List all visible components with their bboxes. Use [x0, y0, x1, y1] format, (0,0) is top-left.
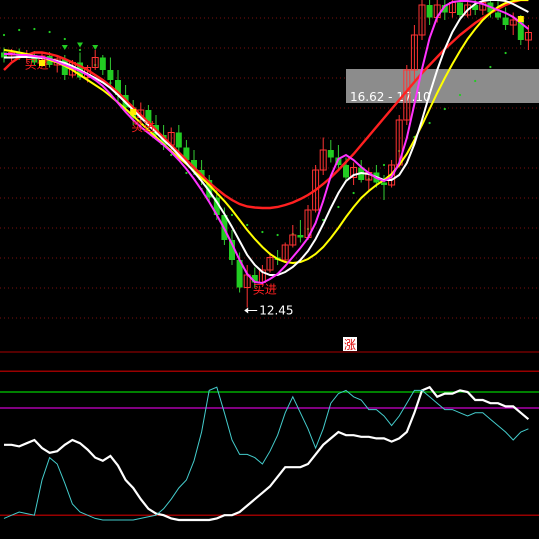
- signal-square-marker: [517, 16, 524, 22]
- candle-body: [502, 17, 509, 25]
- candle: [418, 0, 426, 40]
- candle: [502, 7, 509, 30]
- dotted-point: [63, 37, 66, 41]
- dotted-point: [2, 33, 6, 37]
- dotted-point: [489, 65, 492, 69]
- down-triangle-marker: [92, 45, 99, 50]
- candle: [319, 137, 327, 175]
- indicator-line: [3, 386, 529, 521]
- chart-svg: 16.62 - 17.10买进买进买进12.45涨: [0, 0, 539, 522]
- dotted-point: [78, 48, 82, 52]
- candle: [91, 50, 99, 70]
- ma-line: [3, 0, 529, 210]
- dotted-point: [48, 30, 51, 34]
- dotted-point: [276, 233, 279, 237]
- dotted-point: [246, 223, 249, 227]
- candle-body: [426, 5, 433, 18]
- candle-body: [343, 165, 349, 178]
- dotted-point: [382, 163, 386, 167]
- candle-body: [175, 132, 182, 148]
- dotted-point: [18, 28, 21, 32]
- candle: [358, 160, 365, 183]
- candle-body: [327, 150, 334, 158]
- candle-body: [495, 12, 501, 18]
- ma-line: [4, 0, 529, 276]
- low-price-label: 12.45: [259, 304, 293, 318]
- indicator-badge: 涨: [343, 337, 357, 352]
- candle: [107, 57, 114, 85]
- stock-chart: 16.62 - 17.10 买进 买进 买进 12.45 涨: [0, 0, 539, 539]
- signal-square-marker: [39, 60, 45, 66]
- candle-body: [457, 2, 463, 15]
- down-triangle-marker: [77, 42, 83, 48]
- dotted-point: [33, 27, 36, 31]
- candle-body: [99, 57, 106, 70]
- dotted-point: [428, 121, 431, 125]
- badge-label: 涨: [344, 337, 356, 352]
- dotted-point: [261, 230, 264, 234]
- dotted-point: [504, 51, 507, 55]
- dotted-point: [458, 93, 462, 97]
- candle: [281, 242, 289, 263]
- candle: [327, 140, 334, 163]
- candle: [99, 55, 106, 75]
- indicator-line: [4, 385, 530, 522]
- buy-signal-label: 买进: [25, 58, 49, 72]
- range-box: 16.62 - 17.10: [346, 69, 539, 104]
- candle: [297, 220, 304, 243]
- low-marker-arrow: [244, 307, 249, 314]
- candle-body: [381, 182, 387, 185]
- dotted-point: [474, 79, 477, 83]
- price-annotations: 买进买进买进12.45: [25, 16, 524, 318]
- dotted-point: [337, 205, 340, 209]
- candle-body: [107, 70, 114, 80]
- signal-square-marker: [130, 109, 137, 115]
- down-triangle-marker: [61, 45, 68, 50]
- dotted-point: [230, 213, 234, 217]
- buy-signal-label: 买进: [253, 283, 277, 297]
- low-price-marker: 12.45: [244, 304, 294, 318]
- dotted-line: [2, 27, 522, 237]
- dotted-point: [185, 171, 188, 175]
- candle: [289, 225, 297, 248]
- range-box-label: 16.62 - 17.10: [350, 90, 431, 104]
- candle: [426, 0, 433, 25]
- candle-body: [297, 235, 304, 238]
- buy-signal-label: 买进: [131, 120, 155, 134]
- candle: [175, 125, 182, 153]
- dotted-point: [352, 191, 355, 195]
- dotted-point: [443, 107, 446, 111]
